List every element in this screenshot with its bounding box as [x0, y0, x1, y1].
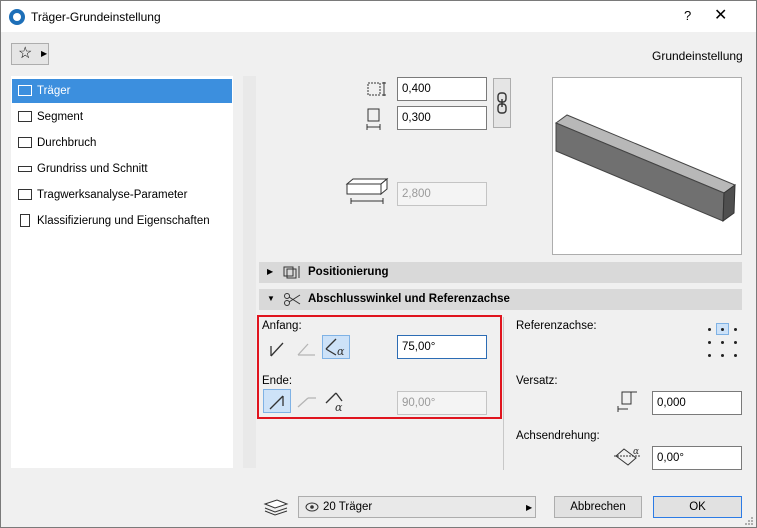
reference-point[interactable] [708, 341, 711, 344]
title-bar: Träger-Grundeinstellung ? ✕ [1, 1, 756, 32]
section-label: Positionierung [308, 266, 389, 278]
svg-text:α: α [633, 447, 639, 457]
offset-icon [617, 391, 637, 412]
beam-3d-preview [552, 77, 742, 255]
sidebar-item-label: Klassifizierung und Eigenschaften [37, 215, 210, 227]
sidebar-item-grundriss[interactable]: Grundriss und Schnitt [12, 157, 232, 181]
beam-icon [18, 85, 32, 96]
reference-point[interactable] [721, 341, 724, 344]
beam-height-icon [366, 108, 381, 130]
reference-axis-selector[interactable] [704, 323, 742, 361]
reference-point[interactable] [721, 354, 724, 357]
start-angle-field[interactable]: 75,00° [397, 335, 487, 359]
section-end-angles[interactable]: ▼ Abschlusswinkel und Referenzachse [259, 289, 742, 310]
svg-text:α: α [337, 345, 345, 358]
ok-button[interactable]: OK [653, 496, 742, 518]
custom-angle-icon: α [325, 338, 345, 358]
positioning-icon [283, 266, 300, 279]
cancel-button[interactable]: Abbrechen [554, 496, 642, 518]
sidebar-item-klassifizierung[interactable]: Klassifizierung und Eigenschaften [12, 209, 232, 233]
sidebar-item-label: Träger [37, 85, 71, 97]
square-cut-icon [269, 395, 284, 410]
dropdown-arrow-icon: ▶ [526, 503, 533, 512]
beam-width-field[interactable]: 0,400 [397, 77, 487, 101]
section-label: Abschlusswinkel und Referenzachse [308, 293, 510, 305]
axis-rotation-icon: α [614, 447, 641, 466]
end-angle-field: 90,00° [397, 391, 487, 415]
reference-point[interactable] [734, 354, 737, 357]
sidebar-item-label: Grundriss und Schnitt [37, 163, 148, 175]
settings-panel-list: Träger Segment Durchbruch Grundriss und … [11, 76, 233, 468]
sidebar-item-label: Segment [37, 111, 84, 123]
floorplan-icon [18, 166, 32, 172]
start-custom-angle-button[interactable]: α [322, 335, 350, 359]
beam-width-icon [367, 82, 386, 96]
favorites-button[interactable]: ☆ ▶ [11, 43, 49, 65]
reference-point[interactable] [734, 341, 737, 344]
start-parallel-cut-button[interactable] [293, 336, 321, 360]
archicad-app-icon [9, 9, 25, 25]
beam-3d-image [554, 114, 737, 223]
svg-text:α: α [335, 401, 343, 414]
layers-icon [263, 499, 289, 516]
end-angle-section-icon [284, 293, 301, 306]
end-parallel-cut-button[interactable] [293, 390, 321, 414]
beam-length-icon [345, 177, 389, 204]
end-label: Ende: [262, 375, 293, 387]
offset-field[interactable]: 0,000 [652, 391, 742, 415]
sidebar-item-label: Tragwerksanalyse-Parameter [37, 189, 188, 201]
link-dimensions-toggle[interactable] [493, 78, 511, 128]
classification-icon [20, 214, 30, 227]
beam-length-field: 2,800 [397, 182, 487, 206]
custom-angle-icon: α [325, 392, 343, 414]
eye-icon [305, 502, 319, 512]
layer-selector[interactable]: 20 Träger ▶ [298, 496, 536, 518]
dialog-window: Träger-Grundeinstellung ? ✕ ☆ ▶ Grundein… [0, 0, 757, 528]
square-cut-icon [270, 342, 284, 357]
mode-label: Grundeinstellung [652, 49, 743, 63]
window-title: Träger-Grundeinstellung [31, 10, 161, 24]
structural-icon [18, 189, 32, 200]
expand-arrow-icon: ▶ [267, 267, 274, 276]
collapse-arrow-icon: ▼ [267, 294, 275, 303]
start-label: Anfang: [262, 320, 302, 332]
reference-point[interactable] [734, 328, 737, 331]
close-button[interactable]: ✕ [714, 5, 727, 25]
parallel-cut-icon [297, 397, 316, 408]
sidebar-item-traeger[interactable]: Träger [12, 79, 232, 103]
end-square-cut-button[interactable] [263, 389, 291, 413]
reference-point[interactable] [708, 328, 711, 331]
column-divider [503, 317, 504, 470]
reference-point[interactable] [708, 354, 711, 357]
chain-link-icon [497, 92, 507, 114]
sidebar-item-segment[interactable]: Segment [12, 105, 232, 129]
hole-icon [18, 137, 32, 148]
rotation-field[interactable]: 0,00° [652, 446, 742, 470]
rotation-label: Achsendrehung: [516, 430, 600, 442]
sidebar-item-label: Durchbruch [37, 137, 97, 149]
reference-point[interactable] [721, 328, 724, 331]
star-icon: ☆ [18, 45, 33, 62]
reference-axis-label: Referenzachse: [516, 320, 597, 332]
segment-icon [18, 111, 32, 122]
sidebar-item-tragwerk[interactable]: Tragwerksanalyse-Parameter [12, 183, 232, 207]
layer-name: 20 Träger [323, 501, 373, 513]
offset-label: Versatz: [516, 375, 558, 387]
parallel-cut-icon [297, 343, 315, 356]
splitter[interactable] [243, 76, 256, 468]
help-button[interactable]: ? [684, 8, 691, 23]
section-positioning[interactable]: ▶ Positionierung [259, 262, 742, 283]
sidebar-item-durchbruch[interactable]: Durchbruch [12, 131, 232, 155]
chevron-right-icon: ▶ [41, 49, 48, 58]
resize-grip-icon[interactable] [742, 514, 754, 526]
start-square-cut-button[interactable] [264, 336, 292, 360]
end-custom-angle-button[interactable]: α [321, 390, 349, 414]
beam-height-field[interactable]: 0,300 [397, 106, 487, 130]
